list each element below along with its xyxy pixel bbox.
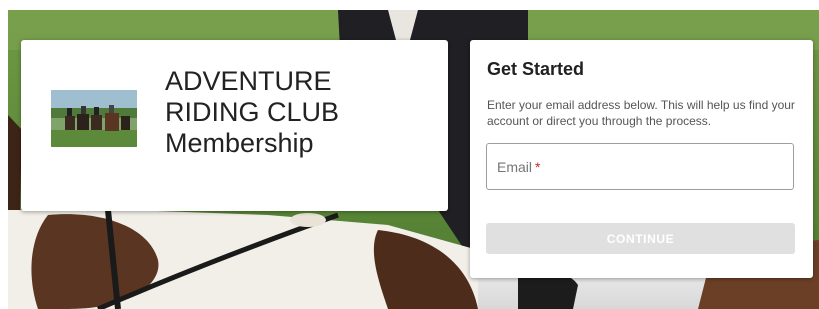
club-title-line3: Membership [165, 128, 314, 158]
club-title-line1: ADVENTURE [165, 66, 332, 96]
riders-photo-icon [51, 90, 137, 147]
club-title-line2: RIDING CLUB [165, 97, 340, 127]
continue-button[interactable]: CONTINUE [486, 223, 795, 254]
club-title: ADVENTURE RIDING CLUB Membership [165, 66, 435, 159]
get-started-card: Get Started Enter your email address bel… [470, 40, 813, 278]
page-frame: ADVENTURE RIDING CLUB Membership Get Sta… [8, 10, 819, 309]
get-started-title: Get Started [487, 59, 585, 79]
email-field[interactable]: Email * [486, 143, 794, 190]
get-started-description: Enter your email address below. This wil… [487, 98, 795, 128]
brand-card: ADVENTURE RIDING CLUB Membership [21, 40, 448, 211]
email-input[interactable] [487, 144, 793, 189]
